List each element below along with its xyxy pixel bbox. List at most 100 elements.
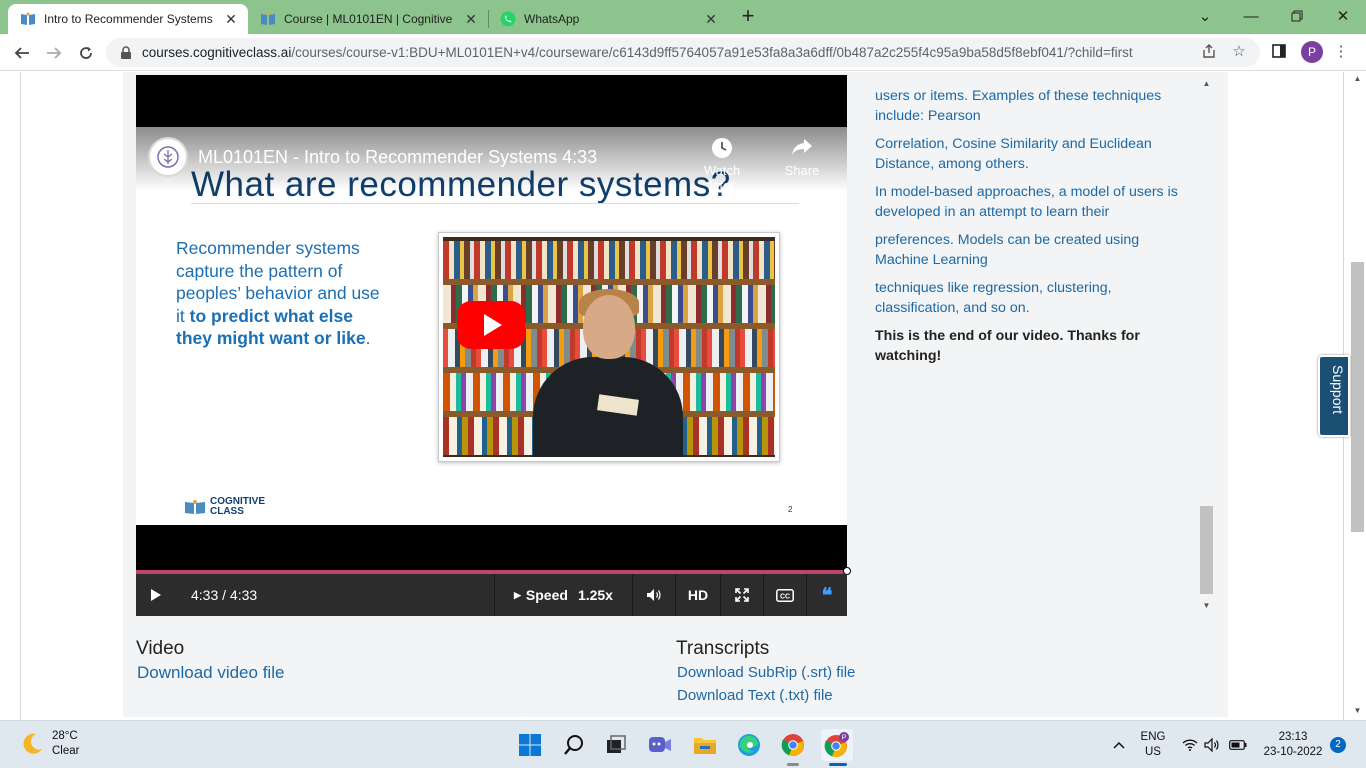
transcript-line[interactable]: Correlation, Cosine Similarity and Eucli… (875, 134, 1193, 174)
captions-button[interactable]: CC (764, 574, 806, 616)
battery-icon[interactable] (1227, 729, 1249, 761)
edge-browser-icon[interactable] (733, 729, 765, 761)
weather-widget[interactable]: 28°C Clear (20, 729, 79, 759)
transcript-line[interactable]: In model-based approaches, a model of us… (875, 182, 1193, 222)
svg-text:P: P (842, 735, 847, 742)
hd-button[interactable]: HD (676, 574, 720, 616)
slide-divider (191, 203, 799, 204)
teams-chat-icon[interactable] (644, 729, 676, 761)
youtube-title-bar: ML0101EN - Intro to Recommender Systems … (136, 127, 847, 193)
transcript-panel[interactable]: users or items. Examples of these techni… (875, 72, 1193, 602)
book-favicon-icon (260, 11, 276, 27)
share-button[interactable]: Share (772, 137, 832, 178)
transcript-line[interactable]: preferences. Models can be created using… (875, 230, 1193, 270)
chrome-profile-icon[interactable]: P (821, 729, 853, 761)
restore-button[interactable] (1274, 4, 1320, 28)
forward-arrow-icon[interactable] (41, 40, 67, 66)
lock-icon (121, 45, 131, 59)
transcript-line[interactable]: users or items. Examples of these techni… (875, 86, 1193, 126)
side-panel-icon[interactable] (1269, 41, 1289, 61)
cognitive-class-logo: COGNITIVE CLASS (184, 497, 265, 517)
volume-icon (647, 589, 661, 601)
active-app-indicator (829, 763, 847, 766)
video-time: 4:33 / 4:33 (191, 587, 258, 603)
tray-chevron-up-icon[interactable] (1108, 729, 1130, 761)
tab-intro-recommender[interactable]: Intro to Recommender Systems ( ✕ (8, 4, 248, 34)
transcript-scrollbar-thumb[interactable] (1200, 506, 1213, 594)
back-arrow-icon[interactable] (9, 40, 35, 66)
play-triangle-icon (484, 314, 502, 336)
close-tab-icon[interactable]: ✕ (702, 10, 720, 28)
browser-toolbar: courses.cognitiveclass.ai/courses/course… (0, 34, 1366, 71)
video-heading: Video (136, 638, 185, 659)
page-scroll-up-icon[interactable]: ▲ (1351, 74, 1364, 83)
caret-right-icon: ▶ (514, 589, 521, 600)
download-txt-link[interactable]: Download Text (.txt) file (677, 687, 833, 704)
reload-icon[interactable] (73, 40, 99, 66)
menu-dots-icon[interactable]: ⋮ (1331, 41, 1351, 61)
volume-button[interactable] (633, 574, 675, 616)
page-left-border (20, 72, 21, 720)
chrome-running-indicator (787, 763, 799, 766)
tab-title: Course | ML0101EN | Cognitive C (284, 12, 456, 26)
download-video-link[interactable]: Download video file (137, 663, 284, 683)
book-favicon-icon (20, 11, 36, 27)
close-tab-icon[interactable]: ✕ (222, 10, 240, 28)
transcript-scroll-up-icon[interactable]: ▲ (1199, 77, 1214, 91)
task-view-icon[interactable] (600, 729, 632, 761)
clock-date[interactable]: 23:13 23-10-2022 (1256, 730, 1330, 760)
whatsapp-icon (500, 11, 516, 27)
search-icon[interactable] (558, 729, 590, 761)
tab-search-chevron-icon[interactable]: ⌄ (1182, 4, 1228, 28)
address-bar[interactable]: courses.cognitiveclass.ai/courses/course… (106, 38, 1260, 67)
close-tab-icon[interactable]: ✕ (462, 10, 480, 28)
play-icon (151, 589, 161, 601)
fullscreen-button[interactable] (721, 574, 763, 616)
profile-avatar[interactable]: P (1301, 41, 1323, 63)
close-window-button[interactable]: ✕ (1320, 4, 1366, 28)
support-button[interactable]: Support (1318, 355, 1350, 437)
url-text: courses.cognitiveclass.ai/courses/course… (142, 45, 1133, 60)
transcript-line[interactable]: techniques like regression, clustering, … (875, 278, 1193, 318)
transcript-end-line[interactable]: This is the end of our video. Thanks for… (875, 326, 1193, 366)
clock-icon (692, 137, 752, 163)
course-page: What are recommender systems? Recommende… (0, 72, 1366, 720)
share-arrow-icon (772, 137, 832, 163)
moon-icon (23, 733, 42, 754)
download-srt-link[interactable]: Download SubRip (.srt) file (677, 664, 855, 681)
youtube-play-button[interactable] (457, 301, 525, 349)
slide-page-number: 2 (788, 505, 793, 514)
channel-avatar[interactable] (148, 137, 188, 177)
transcript-quote-button[interactable]: ❝ (807, 574, 847, 616)
share-page-icon[interactable] (1199, 41, 1219, 61)
tab-whatsapp[interactable]: WhatsApp ✕ (488, 4, 728, 34)
video-controls: 4:33 / 4:33 ▶ Speed 1.25x HD CC ❝ (136, 574, 847, 616)
transcript-scroll-down-icon[interactable]: ▼ (1199, 599, 1214, 613)
page-scrollbar-thumb[interactable] (1351, 262, 1364, 532)
tab-strip: Intro to Recommender Systems ( ✕ Course … (0, 0, 1366, 34)
wifi-icon[interactable] (1180, 729, 1200, 761)
chrome-icon[interactable] (777, 729, 809, 761)
tab-course-ml0101en[interactable]: Course | ML0101EN | Cognitive C ✕ (248, 4, 488, 34)
notification-badge[interactable]: 2 (1330, 737, 1346, 753)
language-indicator[interactable]: ENG US (1138, 730, 1168, 760)
file-explorer-icon[interactable] (689, 729, 721, 761)
cc-icon: CC (776, 588, 794, 602)
bookmark-star-icon[interactable]: ☆ (1229, 41, 1249, 61)
transcripts-heading: Transcripts (676, 638, 770, 659)
page-scroll-down-icon[interactable]: ▼ (1351, 706, 1364, 715)
fullscreen-icon (735, 588, 749, 602)
video-player[interactable]: What are recommender systems? Recommende… (136, 75, 851, 616)
youtube-video-title[interactable]: ML0101EN - Intro to Recommender Systems … (198, 147, 597, 168)
speaker-icon[interactable] (1202, 729, 1222, 761)
new-tab-button[interactable]: + (737, 5, 759, 28)
play-button[interactable] (136, 574, 176, 616)
windows-taskbar: 28°C Clear P ENG US 23:13 23-10-2022 2 (0, 720, 1366, 768)
speed-button[interactable]: ▶ Speed 1.25x (495, 574, 632, 616)
tab-title: Intro to Recommender Systems ( (44, 12, 216, 26)
quote-icon: ❝ (821, 584, 833, 607)
minimize-button[interactable]: — (1228, 4, 1274, 28)
tab-title: WhatsApp (524, 12, 580, 26)
start-windows-icon[interactable] (514, 729, 546, 761)
watch-later-button[interactable]: Watch later (692, 137, 752, 193)
